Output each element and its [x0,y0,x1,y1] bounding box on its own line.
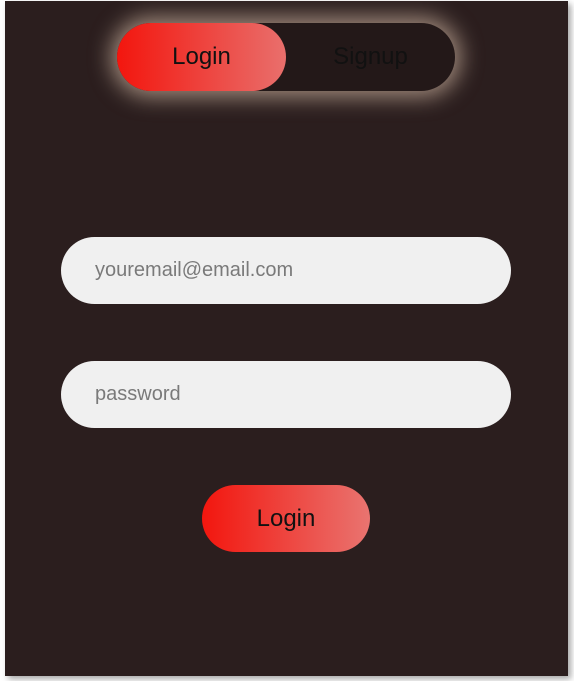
login-tab-button[interactable]: Login [117,23,286,91]
email-input[interactable] [61,237,511,304]
login-card: Login Signup Login [5,1,568,676]
password-input[interactable] [61,361,511,428]
auth-mode-toggle: Login Signup [117,23,455,91]
login-submit-button[interactable]: Login [202,485,370,552]
signup-tab-button[interactable]: Signup [286,23,455,91]
